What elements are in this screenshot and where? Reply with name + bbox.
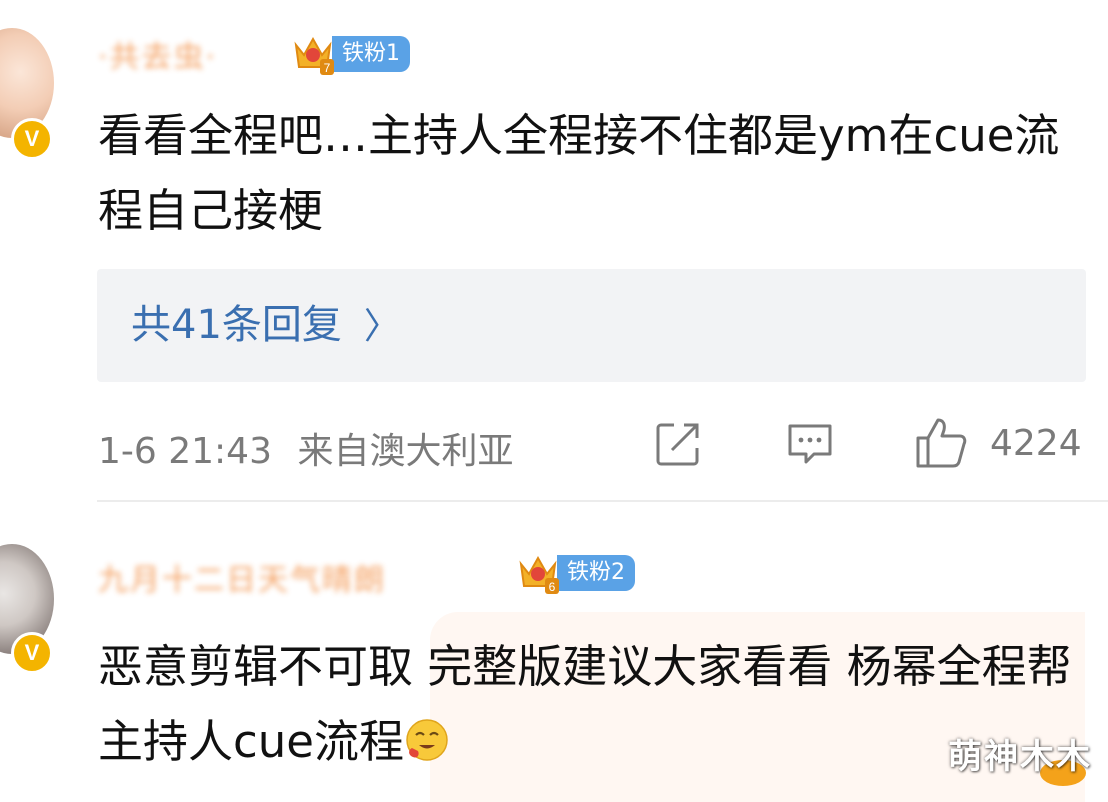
thumbs-up-icon (916, 418, 967, 468)
like-button[interactable]: 4224 (914, 416, 1082, 470)
comment-meta: 1-6 21:43 来自澳大利亚 (98, 422, 513, 474)
replies-count-label: 共41条回复 (131, 302, 342, 348)
crown-icon: 7 (290, 31, 336, 77)
verified-v-icon: V (11, 632, 53, 674)
username[interactable]: ·共去虫· (98, 32, 217, 76)
like-count: 4224 (990, 422, 1082, 464)
crown-icon: 6 (515, 550, 561, 596)
svg-text:7: 7 (324, 61, 331, 75)
fan-badge[interactable]: 6 铁粉2 (515, 554, 635, 594)
verified-v-icon: V (11, 118, 53, 160)
username[interactable]: 九月十二日天气晴朗 (98, 555, 386, 599)
comment-button[interactable] (786, 420, 834, 468)
replies-panel[interactable]: 共41条回复〉 (97, 269, 1086, 382)
comment-icon (788, 424, 832, 464)
svg-text:6: 6 (549, 580, 556, 594)
comment-item: V ·共去虫· 7 铁粉1 看看全程吧…主持人全程接不住都是ym在cue流程自己… (0, 0, 1108, 500)
share-icon (656, 423, 699, 466)
comment-text: 恶意剪辑不可取 完整版建议大家看看 杨幂全程帮主持人cue流程 (98, 629, 1078, 779)
watermark: 萌神木木 (948, 737, 1092, 777)
view-replies-link[interactable]: 共41条回复〉 (131, 269, 400, 382)
badge-label: 铁粉1 (332, 36, 410, 72)
share-button[interactable] (654, 420, 702, 468)
badge-label: 铁粉2 (557, 555, 635, 591)
comment-text: 看看全程吧…主持人全程接不住都是ym在cue流程自己接梗 (98, 109, 1060, 237)
comment-item: V 九月十二日天气晴朗 6 铁粉2 恶意剪辑不可取 完整版建议大家看看 杨幂全程… (0, 500, 1108, 800)
drooling-face-emoji (406, 719, 448, 761)
comment-text-body: 恶意剪辑不可取 完整版建议大家看看 杨幂全程帮主持人cue流程 (98, 640, 1072, 768)
timestamp: 1-6 21:43 (98, 431, 272, 472)
fan-badge[interactable]: 7 铁粉1 (290, 35, 410, 75)
chevron-right-icon: 〉 (363, 306, 400, 347)
location: 来自澳大利亚 (297, 431, 514, 472)
